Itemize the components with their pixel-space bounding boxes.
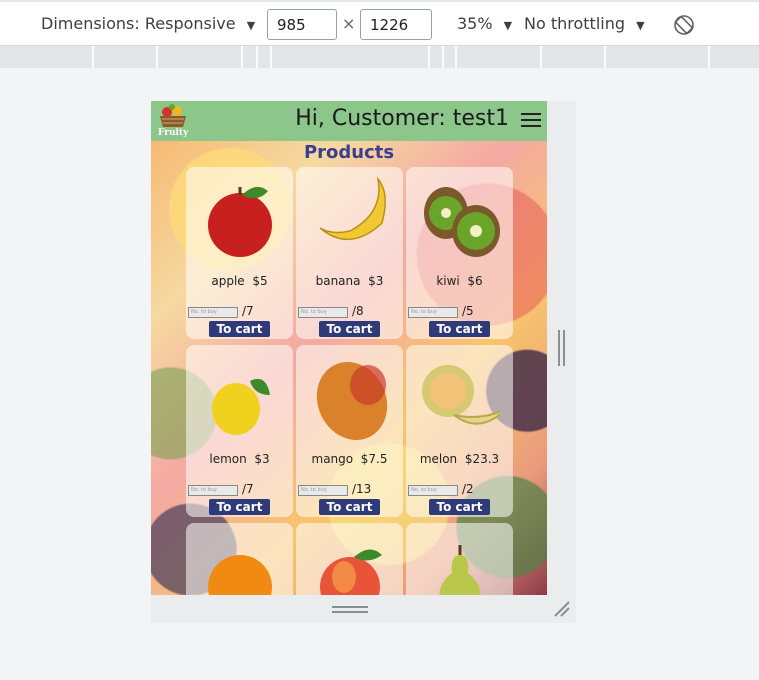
product-name: apple	[211, 274, 245, 288]
product-card-pear	[406, 523, 513, 595]
throttling-label: No throttling	[524, 14, 626, 33]
product-card-melon: melon $23.3 No. to buy /2 To cart	[406, 345, 513, 517]
media-query-ruler[interactable]	[0, 46, 759, 68]
quantity-input[interactable]: No. to buy	[298, 485, 348, 496]
product-price: $23.3	[464, 452, 500, 466]
dimensions-label: Dimensions: Responsive	[41, 14, 236, 33]
mango-image-icon	[316, 362, 388, 440]
chevron-down-icon: ▼	[246, 19, 256, 32]
stock-count: /7	[242, 304, 254, 318]
to-cart-button[interactable]: To cart	[429, 499, 490, 515]
stock-count: /5	[462, 304, 474, 318]
product-card-lemon: lemon $3 No. to buy /7 To cart	[186, 345, 293, 517]
to-cart-button[interactable]: To cart	[209, 499, 270, 515]
chevron-down-icon: ▼	[636, 19, 645, 32]
quantity-input[interactable]: No. to buy	[188, 485, 238, 496]
product-price: $3	[368, 274, 384, 288]
product-name: lemon	[209, 452, 247, 466]
melon-image-icon	[422, 365, 500, 425]
to-cart-button[interactable]: To cart	[319, 499, 380, 515]
product-label: apple $5	[186, 274, 293, 288]
product-name: banana	[315, 274, 361, 288]
product-card-kiwi: kiwi $6 No. to buy /5 To cart	[406, 167, 513, 339]
lemon-image-icon	[212, 378, 270, 435]
product-card-orange	[186, 523, 293, 595]
product-label: lemon $3	[186, 452, 293, 466]
quantity-input[interactable]: No. to buy	[408, 307, 458, 318]
zoom-dropdown[interactable]: 35% ▼	[457, 14, 512, 33]
resize-handle-bottom-icon[interactable]	[332, 606, 368, 613]
resize-handle-right-icon[interactable]	[558, 330, 565, 366]
stock-count: /2	[462, 482, 474, 496]
product-card-banana: banana $3 No. to buy /8 To cart	[296, 167, 403, 339]
product-price: $7.5	[360, 452, 388, 466]
product-card-mango: mango $7.5 No. to buy /13 To cart	[296, 345, 403, 517]
quantity-input[interactable]: No. to buy	[298, 307, 348, 318]
quantity-input[interactable]: No. to buy	[408, 485, 458, 496]
product-name: melon	[419, 452, 458, 466]
product-price: $3	[254, 452, 270, 466]
logo-text: Fruity	[158, 128, 189, 138]
zoom-label: 35%	[457, 14, 493, 33]
product-price: $5	[252, 274, 268, 288]
to-cart-button[interactable]: To cart	[209, 321, 270, 337]
quantity-input[interactable]: No. to buy	[188, 307, 238, 318]
app-header: Fruity Hi, Customer: test1	[151, 101, 547, 141]
device-toolbar: Dimensions: Responsive ▼ × 35% ▼ No thro…	[0, 0, 759, 46]
stock-count: /7	[242, 482, 254, 496]
apple-image-icon	[208, 186, 272, 257]
stock-count: /8	[352, 304, 364, 318]
to-cart-button[interactable]: To cart	[319, 321, 380, 337]
product-label: mango $7.5	[296, 452, 403, 466]
product-price: $6	[467, 274, 483, 288]
page-title: Products	[303, 142, 395, 163]
resize-corner-icon[interactable]	[553, 600, 571, 618]
height-input[interactable]	[360, 9, 432, 40]
greeting-text: Hi, Customer: test1	[295, 106, 509, 131]
product-name: kiwi	[436, 274, 460, 288]
product-name: mango	[311, 452, 354, 466]
kiwi-image-icon	[424, 187, 500, 257]
rotate-icon[interactable]	[672, 13, 696, 37]
times-separator: ×	[342, 14, 356, 33]
chevron-down-icon: ▼	[503, 19, 513, 32]
product-label: melon $23.3	[406, 452, 513, 466]
width-input[interactable]	[267, 9, 337, 40]
product-label: banana $3	[296, 274, 403, 288]
product-card-apple: apple $5 No. to buy /7 To cart	[186, 167, 293, 339]
to-cart-button[interactable]: To cart	[429, 321, 490, 337]
hamburger-menu-icon[interactable]	[521, 110, 541, 130]
banana-image-icon	[319, 176, 386, 241]
product-card-peach	[296, 523, 403, 595]
device-viewport: Fruity Hi, Customer: test1 Products appl…	[151, 101, 547, 595]
pear-image-icon	[439, 545, 481, 595]
peach-image-icon	[320, 549, 382, 595]
throttling-dropdown[interactable]: No throttling ▼	[524, 14, 645, 33]
dimensions-dropdown[interactable]: Dimensions: Responsive ▼	[41, 14, 255, 33]
product-label: kiwi $6	[406, 274, 513, 288]
stock-count: /13	[352, 482, 372, 496]
orange-image-icon	[208, 555, 272, 595]
